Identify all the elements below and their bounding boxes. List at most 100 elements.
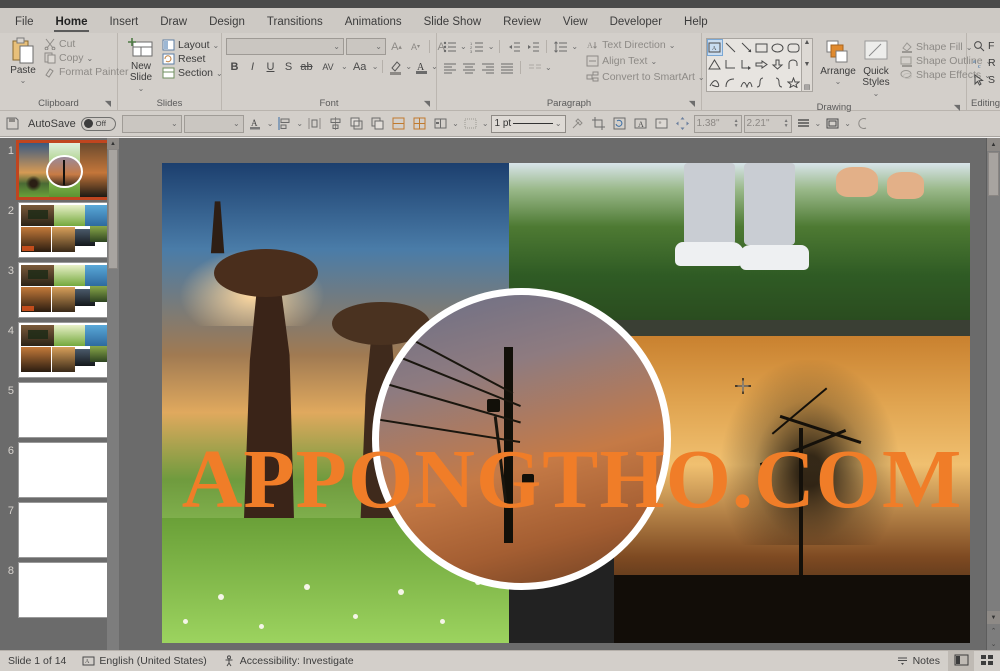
thumbnail-scrollbar-thumb[interactable] bbox=[108, 149, 118, 269]
photo-sunset-tree[interactable] bbox=[614, 335, 970, 643]
numbering-chevron-down-icon[interactable]: ⌄ bbox=[488, 42, 495, 51]
thumbnail-row-3[interactable]: 3 bbox=[0, 258, 119, 318]
tab-help[interactable]: Help bbox=[673, 13, 719, 33]
clipboard-dialog-launcher[interactable]: ◥ bbox=[105, 97, 111, 110]
justify-button[interactable] bbox=[498, 59, 515, 76]
align-left-objects-icon[interactable] bbox=[275, 114, 294, 134]
increase-indent-button[interactable] bbox=[524, 38, 541, 55]
ungroup-objects-icon[interactable] bbox=[410, 114, 429, 134]
tab-developer[interactable]: Developer bbox=[599, 13, 673, 33]
copy-chevron-down-icon[interactable]: ⌄ bbox=[87, 54, 94, 63]
thumbnail-row-2[interactable]: 2 bbox=[0, 198, 119, 258]
shapes-gallery[interactable]: A bbox=[706, 38, 802, 92]
line-weight-chevron-down-icon[interactable]: ⌄ bbox=[555, 119, 562, 128]
slide-thumbnail-3[interactable] bbox=[18, 262, 111, 318]
slide-layout-quick-icon[interactable] bbox=[823, 114, 842, 134]
shapes-more-icon[interactable]: ▤ bbox=[804, 83, 811, 91]
shape-pentagon-callout[interactable] bbox=[785, 56, 801, 73]
normal-view-button[interactable] bbox=[948, 651, 974, 671]
canvas-scroll-up-icon[interactable]: ▲ bbox=[987, 138, 1000, 151]
paragraph-dialog-launcher[interactable]: ◥ bbox=[689, 97, 695, 110]
character-spacing-button[interactable]: AV bbox=[316, 58, 340, 75]
tab-draw[interactable]: Draw bbox=[149, 13, 198, 33]
slide-thumbnail-2[interactable] bbox=[18, 202, 111, 258]
italic-button[interactable]: I bbox=[244, 58, 261, 75]
reset-button[interactable]: Reset bbox=[160, 52, 225, 66]
quick-styles-button[interactable]: Quick Styles ⌄ bbox=[857, 38, 895, 101]
convert-to-smartart-button[interactable]: Convert to SmartArt ⌄ bbox=[584, 70, 706, 84]
text-highlight-color-button[interactable] bbox=[387, 58, 404, 75]
thumbnail-row-5[interactable]: 5 bbox=[0, 378, 119, 438]
tab-home[interactable]: Home bbox=[45, 13, 99, 33]
font-color-button[interactable]: A bbox=[413, 58, 430, 75]
shape-height-stepper[interactable]: ▲ ▼ bbox=[784, 118, 789, 129]
group-objects-icon[interactable] bbox=[389, 114, 408, 134]
previous-slide-icon[interactable]: ⌃ bbox=[987, 624, 1000, 637]
thumbnail-scroll-up-icon[interactable]: ▲ bbox=[107, 138, 119, 149]
find-button[interactable]: F bbox=[971, 39, 998, 53]
line-spacing-chevron-down-icon[interactable]: ⌄ bbox=[571, 42, 578, 51]
arrange-chevron-down-icon[interactable]: ⌄ bbox=[835, 77, 842, 86]
text-box-icon[interactable]: A bbox=[631, 114, 650, 134]
shape-width-field[interactable]: 1.38" ▲ ▼ bbox=[693, 114, 742, 133]
text-direction-chevron-down-icon[interactable]: ⌄ bbox=[669, 41, 676, 50]
columns-button[interactable] bbox=[526, 59, 543, 76]
columns-chevron-down-icon[interactable]: ⌄ bbox=[545, 63, 552, 72]
slide-thumbnail-7[interactable] bbox=[18, 502, 111, 558]
thumbnail-row-1[interactable]: 1 bbox=[0, 138, 119, 200]
autosave-toggle[interactable]: Off bbox=[80, 116, 116, 131]
shape-triangle[interactable] bbox=[707, 56, 723, 73]
decrease-indent-button[interactable] bbox=[505, 38, 522, 55]
layout-button[interactable]: Layout ⌄ bbox=[160, 38, 225, 52]
thumbnail-row-8[interactable]: 8 bbox=[0, 558, 119, 618]
font-name-combobox[interactable]: ⌄ bbox=[226, 38, 344, 55]
line-spacing-button[interactable] bbox=[552, 38, 569, 55]
save-icon[interactable] bbox=[3, 114, 22, 134]
notes-button[interactable]: Notes bbox=[888, 651, 948, 671]
text-direction-button[interactable]: A Text Direction ⌄ bbox=[584, 38, 706, 52]
shape-line[interactable] bbox=[723, 39, 739, 56]
thumbnail-row-6[interactable]: 6 bbox=[0, 438, 119, 498]
slide-thumbnail-8[interactable] bbox=[18, 562, 111, 618]
thumbnail-row-4[interactable]: 4 bbox=[0, 318, 119, 378]
align-text-chevron-down-icon[interactable]: ⌄ bbox=[650, 57, 657, 66]
change-case-button[interactable]: Aa bbox=[349, 58, 371, 75]
shape-rounded-rectangle[interactable] bbox=[785, 39, 801, 56]
canvas-scroll-down-icon[interactable]: ▼ bbox=[987, 611, 1000, 624]
align-center-objects-icon[interactable] bbox=[326, 114, 345, 134]
autosave-control[interactable]: AutoSave Off bbox=[24, 116, 120, 131]
slide-thumbnail-5[interactable] bbox=[18, 382, 111, 438]
paragraph-align-quick-icon[interactable] bbox=[794, 114, 813, 134]
highlight-chevron-down-icon[interactable]: ⌄ bbox=[405, 62, 412, 71]
align-right-button[interactable] bbox=[479, 59, 496, 76]
font-color-quick-chevron-down-icon[interactable]: ⌄ bbox=[267, 119, 274, 128]
font-size-chevron-down-icon[interactable]: ⌄ bbox=[375, 42, 382, 51]
slide-sorter-view-button[interactable] bbox=[974, 651, 1000, 671]
move-handle-icon[interactable] bbox=[673, 114, 692, 134]
more-commands-icon[interactable] bbox=[853, 114, 872, 134]
tab-design[interactable]: Design bbox=[198, 13, 256, 33]
shapes-gallery-scrollbar[interactable]: ▲ ▼ ▤ bbox=[802, 38, 813, 92]
character-spacing-chevron-down-icon[interactable]: ⌄ bbox=[341, 62, 348, 71]
arrange-button[interactable]: Arrange ⌄ bbox=[819, 38, 857, 88]
tab-view[interactable]: View bbox=[552, 13, 599, 33]
increase-font-size-button[interactable]: A ▴ bbox=[388, 38, 405, 55]
font-size-combobox[interactable]: ⌄ bbox=[346, 38, 386, 55]
shape-star[interactable] bbox=[785, 74, 801, 91]
align-objects-chevron-down-icon[interactable]: ⌄ bbox=[296, 119, 303, 128]
gridlines-chevron-down-icon[interactable]: ⌄ bbox=[482, 119, 489, 128]
shape-right-arrow[interactable] bbox=[754, 56, 770, 73]
shapes-scroll-down-icon[interactable]: ▼ bbox=[804, 61, 811, 68]
shape-left-brace[interactable] bbox=[754, 74, 770, 91]
thumbnail-scrollbar[interactable]: ▲ bbox=[107, 138, 119, 650]
tab-insert[interactable]: Insert bbox=[98, 13, 149, 33]
picture-effects-icon[interactable] bbox=[652, 114, 671, 134]
underline-button[interactable]: U bbox=[262, 58, 279, 75]
shape-rectangle[interactable] bbox=[754, 39, 770, 56]
align-text-button[interactable]: Align Text ⌄ bbox=[584, 54, 706, 68]
shape-height-field[interactable]: 2.21" ▲ ▼ bbox=[743, 114, 792, 133]
style-combobox-1[interactable]: ⌄ bbox=[121, 114, 182, 133]
paragraph-align-quick-chevron-down-icon[interactable]: ⌄ bbox=[815, 119, 822, 128]
tab-file[interactable]: File bbox=[4, 13, 45, 33]
new-slide-chevron-down-icon[interactable]: ⌄ bbox=[138, 84, 145, 93]
